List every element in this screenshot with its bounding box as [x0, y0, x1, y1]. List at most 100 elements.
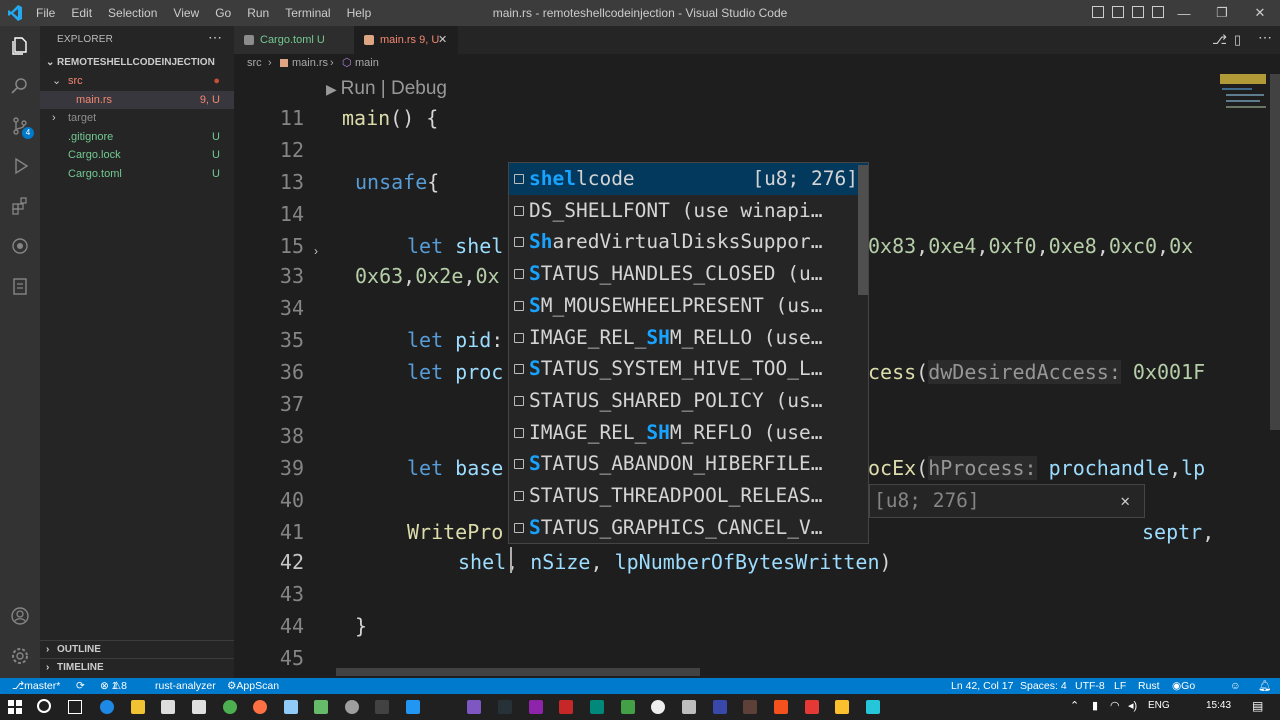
edge-icon[interactable] — [100, 700, 114, 714]
toggle-sidebar-icon[interactable] — [1092, 6, 1104, 18]
tab-main-rs[interactable]: main.rs 9, U ✕ — [354, 26, 458, 54]
app-icon[interactable] — [529, 700, 543, 714]
language-indicator[interactable]: ENG — [1148, 700, 1170, 711]
suggestion-item[interactable]: IMAGE_REL_SHM_RELLO (use… — [509, 322, 868, 354]
suggestion-item[interactable]: STATUS_HANDLES_CLOSED (u… — [509, 258, 868, 290]
search-icon[interactable] — [8, 74, 32, 98]
breadcrumb-src[interactable]: src — [247, 54, 262, 72]
app-icon[interactable] — [314, 700, 328, 714]
tree-item-src[interactable]: ⌄ src ● — [40, 72, 234, 90]
suggest-scrollbar[interactable] — [858, 165, 868, 295]
go-live-button[interactable]: ◉ Go Live — [1172, 678, 1200, 708]
extensions-icon[interactable] — [8, 194, 32, 218]
app-icon[interactable] — [651, 700, 665, 714]
horizontal-scrollbar[interactable] — [336, 668, 700, 676]
vscode-taskbar-icon[interactable] — [406, 700, 420, 714]
mail-icon[interactable] — [192, 700, 206, 714]
app-icon[interactable] — [559, 700, 573, 714]
run-debug-icon[interactable] — [8, 154, 32, 178]
maximize-button[interactable]: ❐ — [1202, 0, 1242, 26]
app-icon[interactable] — [774, 700, 788, 714]
suggestion-item[interactable]: DS_SHELLFONT (use winapi… — [509, 195, 868, 227]
clock[interactable]: 15:43 — [1206, 700, 1231, 711]
app-icon[interactable] — [467, 700, 481, 714]
appscan-status[interactable]: ⚙ AppScan found 0 security issues. — [227, 678, 279, 720]
task-view-icon[interactable] — [68, 700, 82, 714]
tree-item-mainrs[interactable]: main.rs 9, U — [40, 90, 234, 109]
search-icon[interactable] — [37, 699, 51, 713]
menu-run[interactable]: Run — [239, 0, 277, 26]
remote-icon[interactable] — [8, 234, 32, 258]
account-icon[interactable] — [8, 604, 32, 628]
editor-more-icon[interactable]: ⋯ — [1258, 29, 1272, 46]
app-icon[interactable] — [284, 700, 298, 714]
tab-cargo-toml[interactable]: Cargo.toml U — [234, 26, 354, 54]
explorer-icon[interactable] — [8, 34, 32, 58]
suggestion-item[interactable]: STATUS_GRAPHICS_CANCEL_V… — [509, 512, 868, 543]
toggle-secondary-sidebar-icon[interactable] — [1132, 6, 1144, 18]
indentation[interactable]: Spaces: 4 — [1020, 678, 1067, 694]
tray-chevron-icon[interactable]: ⌃ — [1070, 699, 1079, 712]
suggestion-item[interactable]: STATUS_THREADPOOL_RELEAS… — [509, 480, 868, 512]
terminal-icon[interactable] — [375, 700, 389, 714]
menu-help[interactable]: Help — [339, 0, 380, 26]
close-detail-icon[interactable]: ✕ — [1120, 485, 1130, 517]
close-tab-icon[interactable]: ✕ — [438, 26, 447, 54]
app-icon[interactable] — [590, 700, 604, 714]
app-icon[interactable] — [866, 700, 880, 714]
network-icon[interactable]: ◠ — [1110, 699, 1120, 712]
suggestion-item[interactable]: IMAGE_REL_SHM_REFLO (use… — [509, 417, 868, 449]
app-icon[interactable] — [743, 700, 757, 714]
customize-layout-icon[interactable] — [1152, 6, 1164, 18]
tree-item-cargolock[interactable]: Cargo.lock U — [40, 146, 234, 164]
app-icon[interactable] — [805, 700, 819, 714]
minimap[interactable] — [1220, 74, 1270, 678]
menu-selection[interactable]: Selection — [100, 0, 165, 26]
project-folder[interactable]: ⌄ REMOTESHELLCODEINJECTION — [40, 54, 234, 72]
language-mode[interactable]: Rust — [1138, 678, 1160, 694]
menu-go[interactable]: Go — [207, 0, 239, 26]
tree-item-target[interactable]: › target — [40, 109, 234, 127]
app-icon[interactable] — [621, 700, 635, 714]
app-icon[interactable] — [682, 700, 696, 714]
suggestion-widget[interactable]: shellcode [u8; 276] DS_SHELLFONT (use wina… — [508, 162, 869, 544]
volume-icon[interactable]: ◂) — [1128, 699, 1137, 712]
suggestion-item[interactable]: STATUS_SYSTEM_HIVE_TOO_L… — [509, 353, 868, 385]
sync-icon[interactable]: ⟳ — [76, 678, 85, 694]
outline-section[interactable]: › OUTLINE — [40, 640, 234, 658]
suggestion-item[interactable]: SM_MOUSEWHEELPRESENT (us… — [509, 290, 868, 322]
toggle-panel-icon[interactable] — [1112, 6, 1124, 18]
breadcrumb-main[interactable]: main — [355, 54, 379, 72]
chrome-icon[interactable] — [223, 700, 237, 714]
problems-indicator[interactable]: ⊗ 1 ⚠ 8 — [100, 678, 127, 694]
suggestion-item[interactable]: SharedVirtualDisksSuppor… — [509, 226, 868, 258]
source-control-icon[interactable]: 4 — [8, 114, 34, 139]
notifications-icon[interactable]: 🔔︎ — [1258, 678, 1271, 694]
file-explorer-icon[interactable] — [131, 700, 145, 714]
rust-analyzer-status[interactable]: rust-analyzer — [155, 678, 216, 694]
suggestion-item[interactable]: shellcode [u8; 276] — [509, 163, 868, 195]
timeline-section[interactable]: › TIMELINE — [40, 658, 234, 676]
codelens-run-debug[interactable]: ▶ Run | Debug — [326, 78, 447, 100]
app-icon[interactable] — [713, 700, 727, 714]
tree-item-cargotoml[interactable]: Cargo.toml U — [40, 165, 234, 183]
open-changes-icon[interactable]: ⎇ — [1212, 32, 1227, 48]
split-editor-icon[interactable]: ▯ — [1234, 32, 1241, 48]
action-center-icon[interactable]: ▤ — [1252, 699, 1263, 713]
battery-icon[interactable]: ▮ — [1092, 699, 1098, 712]
app-icon[interactable] — [835, 700, 849, 714]
tree-item-gitignore[interactable]: .gitignore U — [40, 128, 234, 146]
encoding[interactable]: UTF-8 — [1075, 678, 1105, 694]
minimize-button[interactable]: — — [1164, 0, 1204, 26]
menu-edit[interactable]: Edit — [63, 0, 100, 26]
branch-indicator[interactable]: ⎇ master* — [12, 678, 60, 694]
firefox-icon[interactable] — [253, 700, 267, 714]
fold-expand-icon[interactable]: › — [314, 244, 318, 258]
app-icon[interactable] — [345, 700, 359, 714]
cursor-position[interactable]: Ln 42, Col 17 — [951, 678, 1013, 694]
settings-gear-icon[interactable] — [8, 644, 32, 668]
store-icon[interactable] — [161, 700, 175, 714]
suggestion-item[interactable]: STATUS_SHARED_POLICY (us… — [509, 385, 868, 417]
menu-view[interactable]: View — [165, 0, 207, 26]
menu-terminal[interactable]: Terminal — [277, 0, 338, 26]
